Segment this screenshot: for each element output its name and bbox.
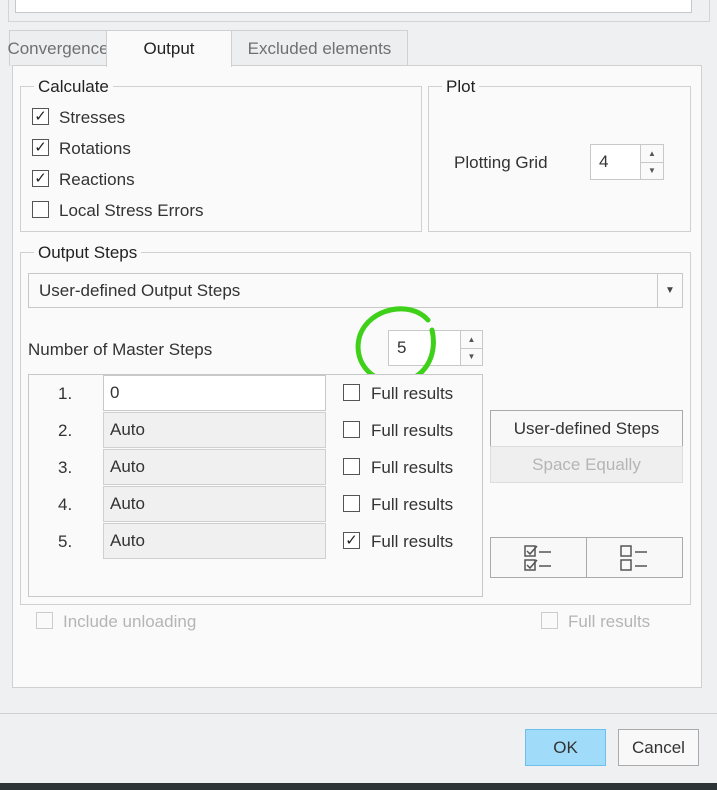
step-value-input[interactable]: Auto	[103, 523, 326, 559]
master-steps-label: Number of Master Steps	[28, 340, 213, 359]
tab-output[interactable]: Output	[106, 30, 232, 67]
plotting-grid-value: 4	[599, 152, 609, 171]
uncheck-all-icon	[619, 544, 647, 571]
step-full-results-checkbox[interactable]	[343, 458, 360, 475]
step-value: 0	[110, 383, 120, 402]
calc-label-1: Rotations	[59, 139, 131, 158]
arrow-up-icon[interactable]: ▲	[461, 331, 482, 348]
include-unloading-checkbox[interactable]	[36, 612, 53, 629]
calc-checkbox-2[interactable]: ✓	[32, 170, 49, 187]
step-full-results-checkbox[interactable]	[343, 421, 360, 438]
arrow-down-icon[interactable]: ▼	[641, 161, 663, 180]
arrow-up-icon[interactable]: ▲	[641, 145, 663, 162]
step-value: Auto	[110, 457, 145, 476]
arrow-down-icon[interactable]: ▼	[461, 347, 482, 366]
step-full-results-label: Full results	[371, 458, 454, 477]
footer-divider	[0, 713, 717, 714]
step-number: 4.	[58, 495, 73, 514]
user-defined-steps-button[interactable]: User-defined Steps	[490, 410, 683, 447]
uncheck-all-button[interactable]	[586, 537, 683, 578]
calc-label-2: Reactions	[59, 170, 135, 189]
step-value-input[interactable]: Auto	[103, 412, 326, 448]
include-unloading-label: Include unloading	[63, 612, 197, 631]
step-full-results-label: Full results	[371, 384, 454, 403]
step-value-input[interactable]: Auto	[103, 486, 326, 522]
step-value-input[interactable]: 0	[103, 375, 326, 411]
step-value-input[interactable]: Auto	[103, 449, 326, 485]
check-icon: ✓	[34, 139, 47, 156]
calculate-title: Calculate	[34, 77, 113, 97]
calc-checkbox-3[interactable]	[32, 201, 49, 218]
step-number: 1.	[58, 384, 73, 403]
step-number: 5.	[58, 532, 73, 551]
chevron-down-icon[interactable]: ▼	[657, 274, 682, 307]
step-full-results-checkbox[interactable]	[343, 384, 360, 401]
step-number: 3.	[58, 458, 73, 477]
unloading-full-results-checkbox[interactable]	[541, 612, 558, 629]
step-full-results-checkbox[interactable]	[343, 495, 360, 512]
step-full-results-label: Full results	[371, 495, 454, 514]
check-icon: ✓	[345, 532, 358, 549]
step-value: Auto	[110, 420, 145, 439]
step-value: Auto	[110, 531, 145, 550]
output-steps-title: Output Steps	[34, 243, 142, 263]
plotting-grid-stepper[interactable]: ▲ ▼	[640, 144, 664, 180]
calc-label-3: Local Stress Errors	[59, 201, 204, 220]
calc-checkbox-1[interactable]: ✓	[32, 139, 49, 156]
step-value: Auto	[110, 494, 145, 513]
plot-title: Plot	[442, 77, 480, 97]
step-full-results-label: Full results	[371, 421, 454, 440]
output-steps-mode: User-defined Output Steps	[39, 280, 241, 300]
check-all-button[interactable]	[490, 537, 587, 578]
ok-button[interactable]: OK	[525, 729, 606, 766]
step-full-results-label: Full results	[371, 532, 454, 551]
unloading-full-results-label: Full results	[568, 612, 651, 631]
tab-excluded-elements[interactable]: Excluded elements	[231, 30, 408, 66]
top-text-area[interactable]	[15, 0, 692, 13]
space-equally-button[interactable]: Space Equally	[490, 446, 683, 483]
master-steps-stepper[interactable]: ▲ ▼	[460, 330, 483, 366]
calc-label-0: Stresses	[59, 108, 126, 127]
step-number: 2.	[58, 421, 73, 440]
calc-checkbox-0[interactable]: ✓	[32, 108, 49, 125]
check-icon: ✓	[34, 170, 47, 187]
check-all-icon	[523, 544, 551, 571]
step-full-results-checkbox[interactable]: ✓	[343, 532, 360, 549]
cancel-button[interactable]: Cancel	[618, 729, 699, 766]
plotting-grid-label: Plotting Grid	[454, 153, 548, 172]
check-icon: ✓	[34, 108, 47, 125]
plotting-grid-input[interactable]: 4	[590, 144, 641, 180]
tab-convergence[interactable]: Convergence	[7, 30, 109, 66]
taskbar-strip	[0, 783, 717, 790]
